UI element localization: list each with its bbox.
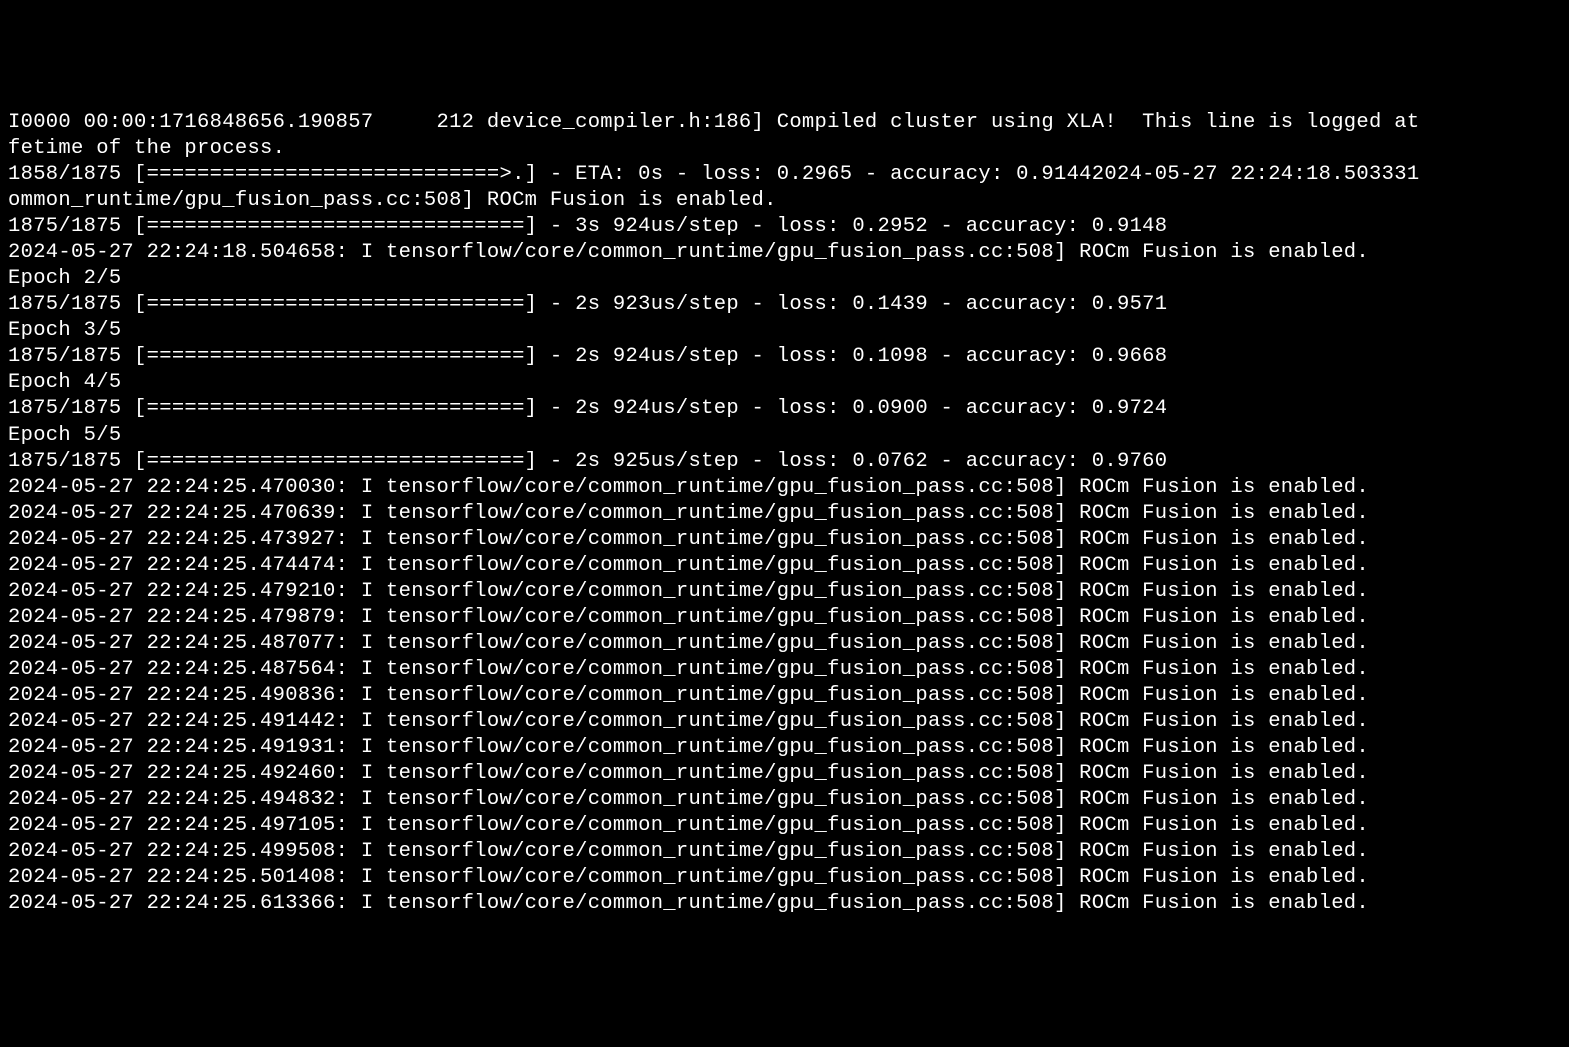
terminal-line: Epoch 3/5 — [8, 318, 1561, 344]
terminal-line: Epoch 4/5 — [8, 370, 1561, 396]
terminal-line: 2024-05-27 22:24:25.613366: I tensorflow… — [8, 891, 1561, 917]
terminal-line: Epoch 2/5 — [8, 266, 1561, 292]
terminal-line: 1875/1875 [=============================… — [8, 214, 1561, 240]
terminal-line: 2024-05-27 22:24:25.470030: I tensorflow… — [8, 475, 1561, 501]
terminal-line: 2024-05-27 22:24:25.490836: I tensorflow… — [8, 683, 1561, 709]
terminal-line: fetime of the process. — [8, 136, 1561, 162]
terminal-line: 2024-05-27 22:24:25.479210: I tensorflow… — [8, 579, 1561, 605]
terminal-line: 2024-05-27 22:24:25.474474: I tensorflow… — [8, 553, 1561, 579]
terminal-line: 2024-05-27 22:24:25.494832: I tensorflow… — [8, 787, 1561, 813]
terminal-output[interactable]: I0000 00:00:1716848656.190857 212 device… — [8, 110, 1561, 917]
terminal-line: 2024-05-27 22:24:18.504658: I tensorflow… — [8, 240, 1561, 266]
terminal-line: 2024-05-27 22:24:25.470639: I tensorflow… — [8, 501, 1561, 527]
terminal-line: 2024-05-27 22:24:25.492460: I tensorflow… — [8, 761, 1561, 787]
terminal-line: 1875/1875 [=============================… — [8, 396, 1561, 422]
terminal-line: 2024-05-27 22:24:25.487077: I tensorflow… — [8, 631, 1561, 657]
terminal-line: 2024-05-27 22:24:25.473927: I tensorflow… — [8, 527, 1561, 553]
terminal-line: 2024-05-27 22:24:25.479879: I tensorflow… — [8, 605, 1561, 631]
terminal-line: I0000 00:00:1716848656.190857 212 device… — [8, 110, 1561, 136]
terminal-line: 2024-05-27 22:24:25.491931: I tensorflow… — [8, 735, 1561, 761]
terminal-line: 1858/1875 [============================>… — [8, 162, 1561, 188]
terminal-line: 2024-05-27 22:24:25.491442: I tensorflow… — [8, 709, 1561, 735]
terminal-line: 2024-05-27 22:24:25.487564: I tensorflow… — [8, 657, 1561, 683]
terminal-line: 1875/1875 [=============================… — [8, 292, 1561, 318]
terminal-line: 1875/1875 [=============================… — [8, 344, 1561, 370]
terminal-line: ommon_runtime/gpu_fusion_pass.cc:508] RO… — [8, 188, 1561, 214]
terminal-line: 1875/1875 [=============================… — [8, 449, 1561, 475]
terminal-line: 2024-05-27 22:24:25.501408: I tensorflow… — [8, 865, 1561, 891]
terminal-line: 2024-05-27 22:24:25.499508: I tensorflow… — [8, 839, 1561, 865]
terminal-line: Epoch 5/5 — [8, 423, 1561, 449]
terminal-line: 2024-05-27 22:24:25.497105: I tensorflow… — [8, 813, 1561, 839]
